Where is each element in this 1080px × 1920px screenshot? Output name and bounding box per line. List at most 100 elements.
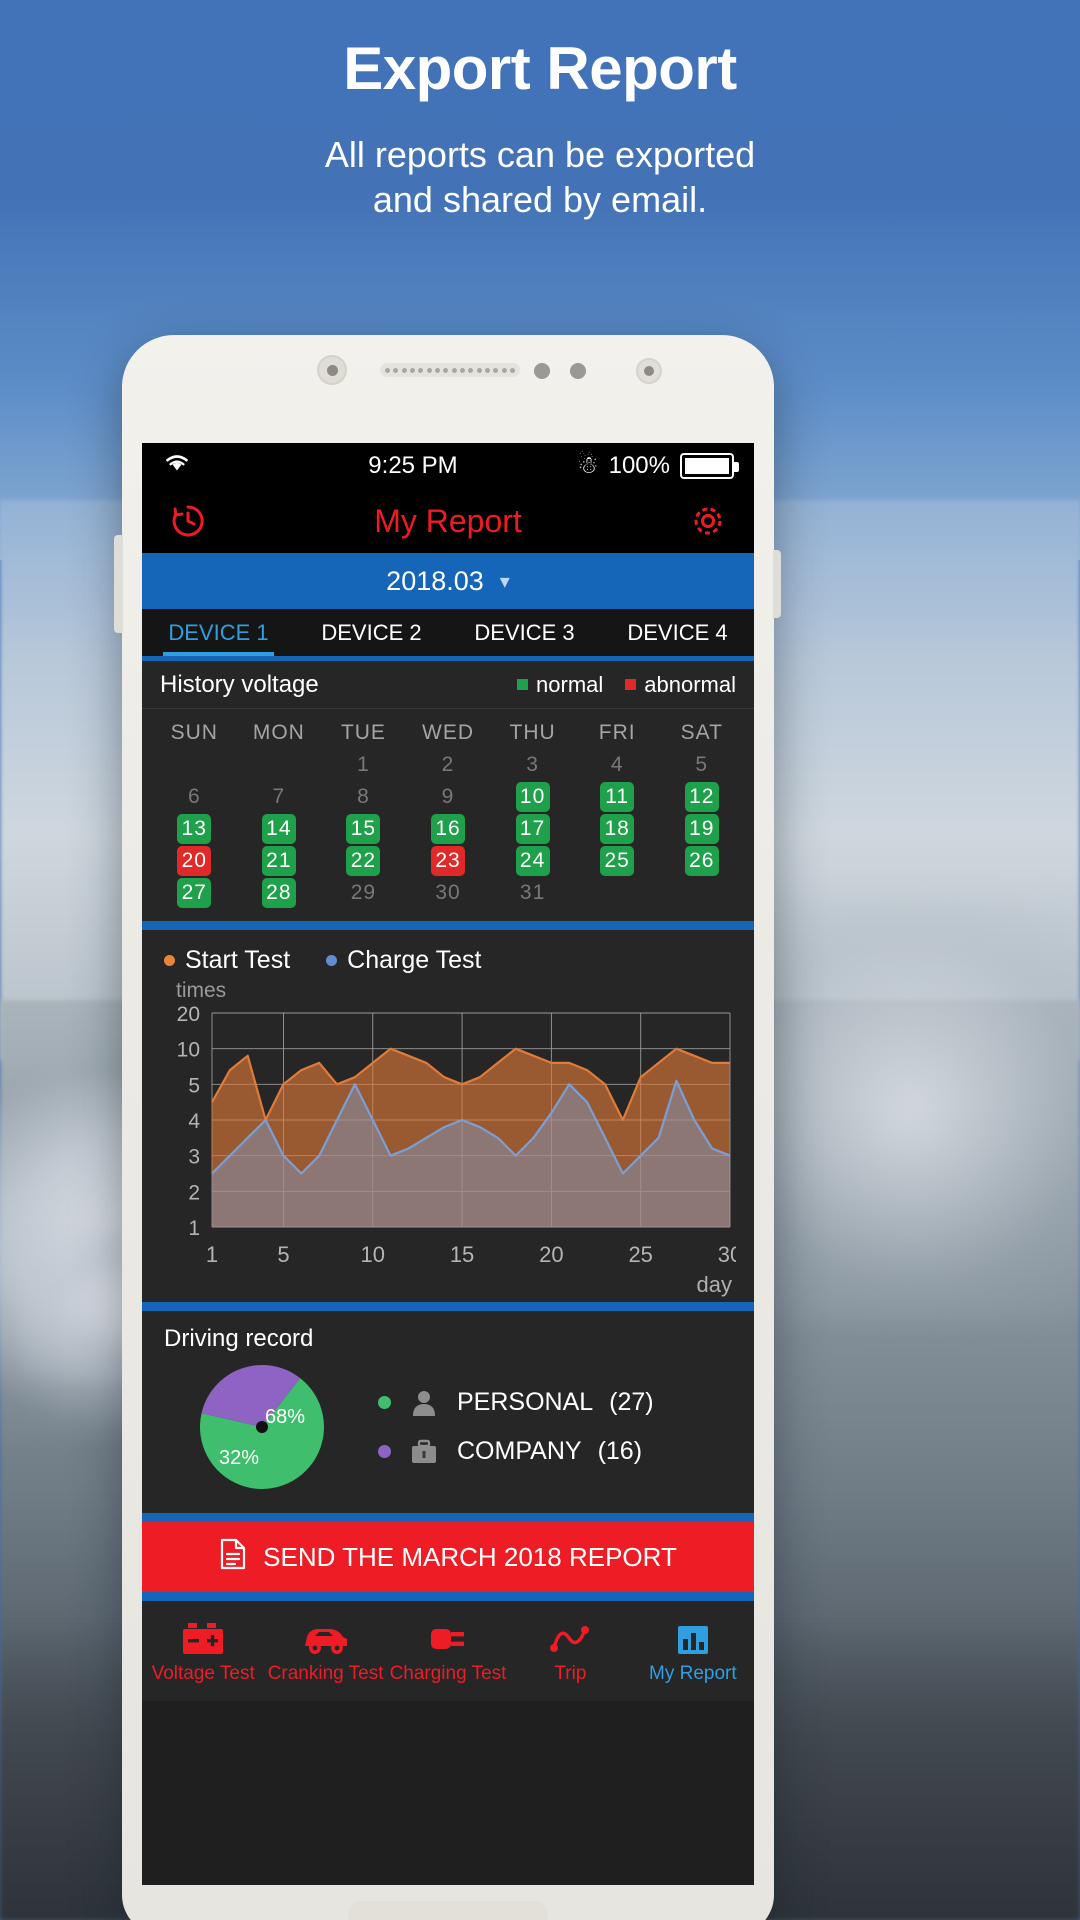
calendar-cell[interactable]: 20 [152,845,237,877]
company-label: COMPANY [457,1437,582,1465]
calendar-cell[interactable]: 5 [659,749,744,781]
calendar-cell[interactable]: 19 [659,813,744,845]
calendar-cell[interactable]: 2 [406,749,491,781]
calendar-cell[interactable]: 3 [490,749,575,781]
divider-blue-2 [142,1302,754,1311]
nav-item-charging-test[interactable]: Charging Test [387,1601,509,1701]
calendar-cell[interactable]: 9 [406,781,491,813]
calendar-cell [237,749,322,781]
driving-record-title: Driving record [164,1325,314,1352]
send-report-label: SEND THE MARCH 2018 REPORT [263,1541,677,1572]
calendar-cell[interactable]: 11 [575,781,660,813]
chart-y-tick-label: 10 [177,1039,200,1062]
chart-y-tick-label: 2 [188,1181,200,1204]
calendar-day: 19 [684,814,719,844]
legend-normal-swatch [517,679,529,690]
calendar-week-row: 6 7 8 9 10 11 12 [152,781,744,813]
calendar-day: 4 [610,753,624,776]
weekday-sun: SUN [170,721,218,744]
phone-screen: 9:25 PM ☃ 100% My Report 2018.03 ▾ DEVIC… [142,443,754,1885]
legend-normal-label: normal [536,671,604,697]
legend-abnormal-label: abnormal [644,671,736,697]
calendar-cell[interactable]: 29 [321,877,406,909]
calendar-cell[interactable]: 21 [237,845,322,877]
calendar-cell[interactable]: 24 [490,845,575,877]
earpiece-speaker [380,363,520,377]
company-count: (16) [597,1437,643,1465]
chart-x-tick-label: 30 [718,1242,736,1267]
calendar-day: 13 [177,814,212,844]
calendar-cell[interactable]: 1 [321,749,406,781]
nav-item-my-report[interactable]: My Report [632,1601,754,1701]
front-camera-icon [317,355,347,385]
battery-test-icon [180,1617,226,1657]
plug-icon [425,1617,471,1657]
calendar-day: 30 [435,881,461,904]
weekday-sat: SAT [680,721,723,744]
tab-device-1[interactable]: DEVICE 1 [142,609,295,656]
personal-swatch [378,1396,391,1409]
month-selector-value: 2018.03 [386,565,484,596]
calendar-cell[interactable]: 17 [490,813,575,845]
calendar-cell[interactable]: 14 [237,813,322,845]
phone-top-bezel [122,335,774,443]
calendar-cell[interactable]: 7 [237,781,322,813]
calendar-cell[interactable]: 26 [659,845,744,877]
calendar-cell[interactable]: 18 [575,813,660,845]
tab-device-4[interactable]: DEVICE 4 [601,609,754,656]
calendar-cell[interactable]: 6 [152,781,237,813]
history-clock-icon[interactable] [166,499,210,543]
nav-label-trip: Trip [554,1663,587,1684]
calendar-cell[interactable]: 4 [575,749,660,781]
month-selector[interactable]: 2018.03 ▾ [142,553,754,609]
chart-legend: Start Test Charge Test [142,940,754,975]
tab-device-3[interactable]: DEVICE 3 [448,609,601,656]
calendar-day: 17 [515,814,550,844]
gear-icon[interactable] [686,499,730,543]
history-voltage-legend: normal abnormal [517,672,736,698]
driving-legend-personal: PERSONAL (27) [378,1388,744,1417]
calendar-cell[interactable]: 23 [406,845,491,877]
calendar-day: 6 [187,785,201,808]
chart-x-tick-label: 1 [206,1242,218,1267]
history-voltage-card: History voltage normal abnormal SUN MON [142,661,754,921]
nav-item-cranking-test[interactable]: Cranking Test [264,1601,386,1701]
calendar-cell[interactable]: 31 [490,877,575,909]
calendar-day: 24 [515,846,550,876]
calendar-day: 26 [684,846,719,876]
notification-led-icon [636,358,662,384]
weekday-wed: WED [422,721,475,744]
send-report-button[interactable]: SEND THE MARCH 2018 REPORT [142,1522,754,1592]
nav-item-trip[interactable]: Trip [509,1601,631,1701]
calendar-cell[interactable]: 27 [152,877,237,909]
calendar-cell[interactable]: 10 [490,781,575,813]
tab-device-2[interactable]: DEVICE 2 [295,609,448,656]
personal-label: PERSONAL [457,1388,594,1416]
calendar-week-row: 1 2 3 4 5 [152,749,744,781]
divider-blue-4 [142,1592,754,1601]
calendar-cell[interactable]: 25 [575,845,660,877]
calendar-cell[interactable]: 28 [237,877,322,909]
calendar-day: 23 [431,846,466,876]
pie-chart: 68% 32% [199,1364,324,1489]
chart-x-axis-unit: day [696,1272,732,1297]
chart-y-tick-label: 5 [188,1074,200,1097]
chart-legend-start-label: Start Test [185,946,291,974]
calendar-cell[interactable]: 30 [406,877,491,909]
legend-normal: normal [517,672,603,698]
calendar-cell[interactable]: 15 [321,813,406,845]
calendar-cell[interactable]: 8 [321,781,406,813]
calendar-cell [152,749,237,781]
calendar-cell[interactable]: 22 [321,845,406,877]
weekday-mon: MON [252,721,305,744]
calendar-cell[interactable]: 12 [659,781,744,813]
nav-item-voltage-test[interactable]: Voltage Test [142,1601,264,1701]
driving-legend-company: COMPANY (16) [378,1437,744,1466]
calendar-cell[interactable]: 16 [406,813,491,845]
chart-x-tick-label: 25 [628,1242,652,1267]
legend-abnormal-swatch [625,679,637,690]
calendar-cell[interactable]: 13 [152,813,237,845]
chart-svg: 20 10 5 4 3 2 1 [177,1003,731,1240]
bar-chart-icon [673,1617,713,1657]
company-swatch [378,1445,391,1458]
